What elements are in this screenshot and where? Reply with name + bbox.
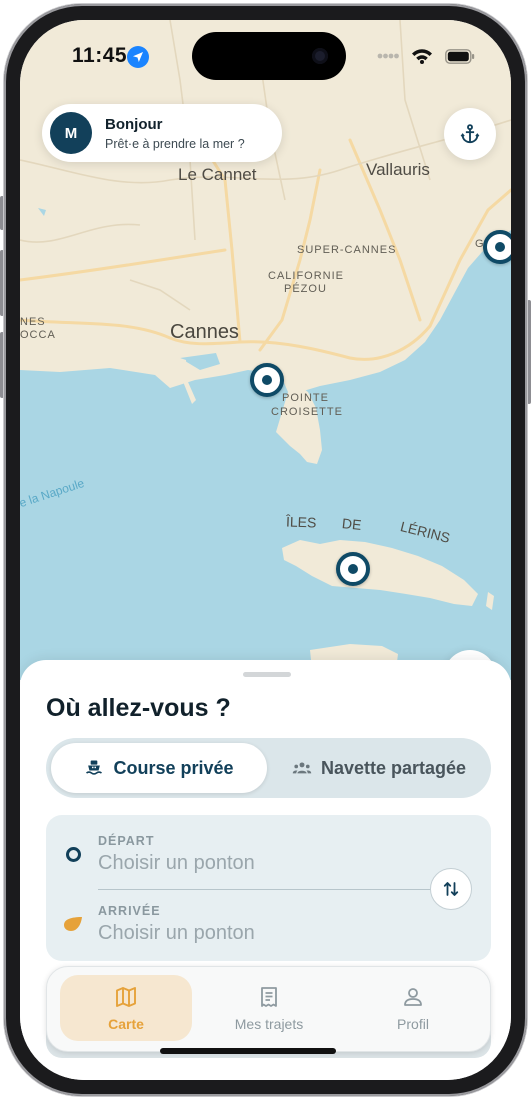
tab-profil-label: Profil bbox=[397, 1015, 429, 1032]
app-screen: Le Cannet Vallauris SUPER-CANNES CALIFOR… bbox=[20, 20, 511, 1080]
departure-dot-icon bbox=[66, 847, 81, 862]
cellular-dots-icon bbox=[377, 53, 399, 59]
power-button bbox=[527, 300, 531, 404]
boat-icon bbox=[86, 760, 103, 775]
map-label-vallauris: Vallauris bbox=[366, 160, 430, 179]
location-arrow-icon bbox=[127, 46, 149, 68]
anchor-button[interactable] bbox=[444, 108, 496, 160]
tab-profil[interactable]: Profil bbox=[347, 975, 479, 1041]
battery-icon bbox=[445, 48, 475, 64]
departure-caption: DÉPART bbox=[98, 834, 155, 848]
segment-shared-label: Navette partagée bbox=[320, 757, 467, 778]
destination-sheet: Où allez-vous ? Course privée Navette pa… bbox=[20, 660, 511, 1080]
map-icon bbox=[116, 986, 136, 1007]
map-label-nes: NES bbox=[20, 316, 46, 328]
map-label-occa: OCCA bbox=[20, 329, 56, 341]
wifi-icon bbox=[412, 49, 432, 64]
anchor-icon bbox=[460, 124, 480, 144]
ponton-pin-croisette[interactable] bbox=[250, 363, 284, 397]
map-label-cannes: Cannes bbox=[170, 321, 239, 343]
arrival-pin-icon bbox=[64, 917, 82, 931]
map-label-pezou: PÉZOU bbox=[284, 283, 327, 295]
map-label-iles-de-lerins: ÎLES DE LÉRINS bbox=[285, 513, 452, 546]
person-icon bbox=[404, 987, 422, 1006]
map-label-super-cannes: SUPER-CANNES bbox=[297, 244, 397, 256]
greeting-subtitle: Prêt·e à prendre la mer ? bbox=[105, 136, 245, 151]
route-divider bbox=[98, 889, 438, 890]
tab-mes-trajets[interactable]: Mes trajets bbox=[203, 975, 335, 1041]
status-time: 11:45 bbox=[72, 44, 128, 67]
ride-type-segmented-control: Course privée Navette partagée bbox=[46, 738, 491, 798]
ponton-pin-golfe[interactable] bbox=[483, 230, 511, 264]
map-label-le-cannet: Le Cannet bbox=[178, 165, 257, 184]
group-icon bbox=[292, 762, 312, 774]
greeting-card[interactable]: M Bonjour Prêt·e à prendre la mer ? bbox=[42, 104, 282, 162]
tab-mes-trajets-label: Mes trajets bbox=[234, 1015, 304, 1032]
swap-vertical-icon bbox=[443, 882, 459, 896]
greeting-title: Bonjour bbox=[105, 115, 163, 133]
segment-shared-shuttle[interactable]: Navette partagée bbox=[272, 743, 486, 793]
receipt-icon bbox=[261, 986, 277, 1007]
tab-carte-label: Carte bbox=[108, 1015, 144, 1032]
home-indicator[interactable] bbox=[160, 1048, 336, 1054]
segment-private-ride[interactable]: Course privée bbox=[51, 743, 267, 793]
sheet-title: Où allez-vous ? bbox=[46, 694, 231, 722]
sheet-grabber[interactable] bbox=[243, 672, 291, 677]
tab-bar: Carte Mes trajets Profil bbox=[46, 966, 491, 1052]
route-form: DÉPART Choisir un ponton ARRIVÉE Choisir… bbox=[46, 815, 491, 961]
avatar[interactable]: M bbox=[50, 112, 92, 154]
dynamic-island bbox=[192, 32, 346, 80]
arrival-field[interactable]: Choisir un ponton bbox=[98, 922, 255, 945]
arrival-caption: ARRIVÉE bbox=[98, 904, 161, 918]
map-label-californie: CALIFORNIE bbox=[268, 270, 345, 282]
status-icons bbox=[377, 48, 475, 64]
swap-route-button[interactable] bbox=[430, 868, 472, 910]
departure-field[interactable]: Choisir un ponton bbox=[98, 852, 255, 875]
segment-private-label: Course privée bbox=[113, 757, 234, 778]
ponton-pin-lerins[interactable] bbox=[336, 552, 370, 586]
phone-frame: Le Cannet Vallauris SUPER-CANNES CALIFOR… bbox=[4, 4, 527, 1096]
map-label-pointe: POINTE bbox=[282, 392, 329, 404]
tab-carte[interactable]: Carte bbox=[60, 975, 192, 1041]
map-label-croisette: CROISETTE bbox=[271, 406, 343, 418]
